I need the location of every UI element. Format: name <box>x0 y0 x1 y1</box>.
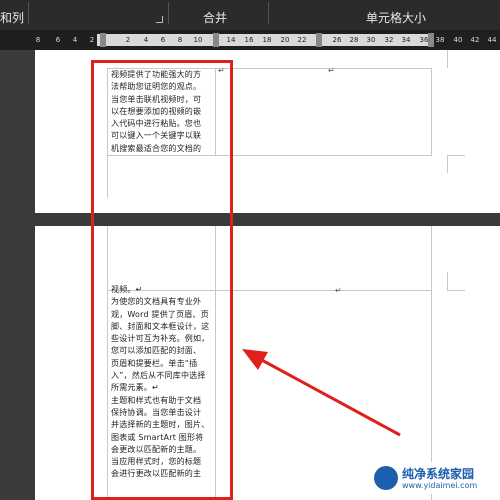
annotation-arrow-icon <box>242 349 401 437</box>
watermark-url: www.yidaimei.com <box>402 481 478 490</box>
site-watermark: 纯净系统家园 www.yidaimei.com <box>370 462 496 494</box>
logo-icon <box>374 466 398 490</box>
watermark-title: 纯净系统家园 <box>402 467 475 481</box>
